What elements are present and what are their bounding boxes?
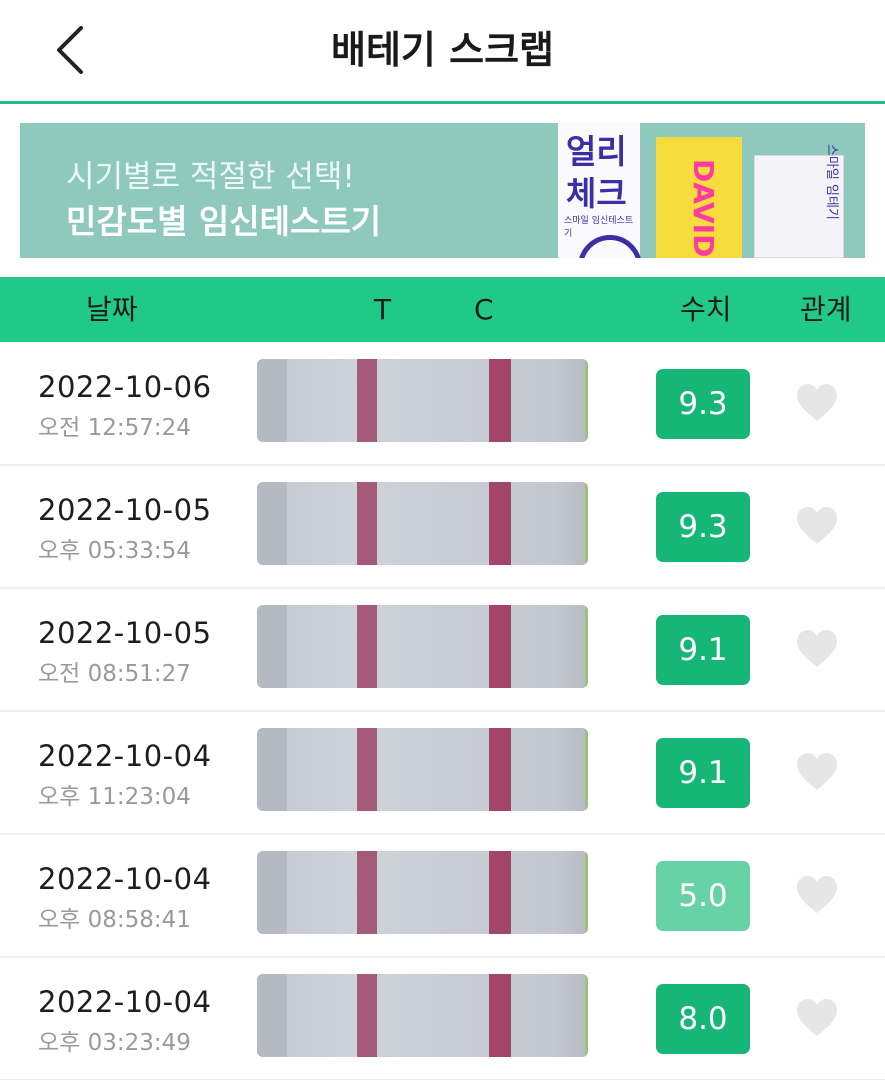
- list-item[interactable]: 2022-10-04 오후 08:58:41 5.0: [0, 835, 885, 958]
- value-badge[interactable]: 9.3: [656, 492, 750, 562]
- product-box-smile: 스마일 임테기: [754, 144, 844, 258]
- record-date: 2022-10-06: [38, 370, 212, 404]
- test-line: [357, 482, 377, 565]
- product-box-title: DAVID -SUPE: [687, 159, 720, 258]
- column-control-line: C: [474, 293, 494, 326]
- list-item[interactable]: 2022-10-04 오후 11:23:04 9.1: [0, 712, 885, 835]
- strip-band: [257, 974, 287, 1057]
- strip-band: [257, 359, 287, 442]
- column-header-bar: 날짜 T C 수치 관계: [0, 277, 885, 342]
- record-date: 2022-10-05: [38, 493, 212, 527]
- record-time: 오전 08:51:27: [38, 661, 191, 687]
- test-strip-image[interactable]: [257, 974, 588, 1057]
- test-line: [357, 974, 377, 1057]
- strip-band: [257, 482, 287, 565]
- strip-edge: [585, 605, 588, 688]
- strip-edge: [585, 851, 588, 934]
- record-time: 오후 03:23:49: [38, 1030, 191, 1056]
- strip-band: [257, 605, 287, 688]
- strip-edge: [585, 482, 588, 565]
- strip-band: [257, 728, 287, 811]
- value-badge[interactable]: 9.3: [656, 369, 750, 439]
- test-line: [357, 851, 377, 934]
- heart-icon[interactable]: [796, 998, 838, 1038]
- column-relation: 관계: [800, 293, 852, 326]
- heart-icon[interactable]: [796, 875, 838, 915]
- record-time: 오후 11:23:04: [38, 784, 191, 810]
- test-strip-image[interactable]: [257, 482, 588, 565]
- app-header: 배테기 스크랩: [0, 0, 885, 104]
- list-item[interactable]: 2022-10-05 오후 05:33:54 9.3: [0, 466, 885, 589]
- product-box-title: 스마일 임테기: [824, 144, 839, 220]
- list-item[interactable]: 2022-10-05 오전 08:51:27 9.1: [0, 589, 885, 712]
- control-line: [489, 851, 511, 934]
- strip-edge: [585, 728, 588, 811]
- test-line: [357, 605, 377, 688]
- column-test-line: T: [374, 293, 392, 326]
- control-line: [489, 728, 511, 811]
- record-time: 오후 05:33:54: [38, 538, 191, 564]
- strip-band: [257, 851, 287, 934]
- test-strip-image[interactable]: [257, 359, 588, 442]
- value-badge[interactable]: 5.0: [656, 861, 750, 931]
- test-line: [357, 359, 377, 442]
- control-line: [489, 359, 511, 442]
- heart-icon[interactable]: [796, 752, 838, 792]
- list-item[interactable]: 2022-10-06 오전 12:57:24 9.3: [0, 343, 885, 466]
- product-box-title: 얼리 체크: [566, 132, 627, 213]
- test-strip-image[interactable]: [257, 605, 588, 688]
- page-title: 배테기 스크랩: [331, 28, 554, 72]
- column-value: 수치: [680, 293, 732, 326]
- strip-edge: [585, 359, 588, 442]
- record-time: 오전 12:57:24: [38, 415, 191, 441]
- record-date: 2022-10-04: [38, 739, 212, 773]
- banner-subtitle: 시기별로 적절한 선택!: [66, 159, 355, 195]
- column-date: 날짜: [86, 293, 138, 326]
- record-time: 오후 08:58:41: [38, 907, 191, 933]
- record-date: 2022-10-05: [38, 616, 212, 650]
- list-item[interactable]: 2022-10-04 오후 03:23:49 8.0: [0, 958, 885, 1080]
- record-date: 2022-10-04: [38, 862, 212, 896]
- test-line: [357, 728, 377, 811]
- product-box-david: DAVID -SUPE: [656, 137, 742, 258]
- control-line: [489, 482, 511, 565]
- control-line: [489, 974, 511, 1057]
- test-strip-image[interactable]: [257, 728, 588, 811]
- control-line: [489, 605, 511, 688]
- value-badge[interactable]: 8.0: [656, 984, 750, 1054]
- heart-icon[interactable]: [796, 629, 838, 669]
- strip-edge: [585, 974, 588, 1057]
- record-date: 2022-10-04: [38, 985, 212, 1019]
- banner-headline: 민감도별 임신테스트기: [66, 202, 382, 241]
- value-badge[interactable]: 9.1: [656, 738, 750, 808]
- promo-banner[interactable]: 시기별로 적절한 선택! 민감도별 임신테스트기 얼리 체크 스마일 임신테스트…: [20, 123, 865, 258]
- value-badge[interactable]: 9.1: [656, 615, 750, 685]
- product-box-early-check: 얼리 체크 스마일 임신테스트기: [558, 123, 642, 258]
- test-strip-image[interactable]: [257, 851, 588, 934]
- heart-icon[interactable]: [796, 383, 838, 423]
- heart-icon[interactable]: [796, 506, 838, 546]
